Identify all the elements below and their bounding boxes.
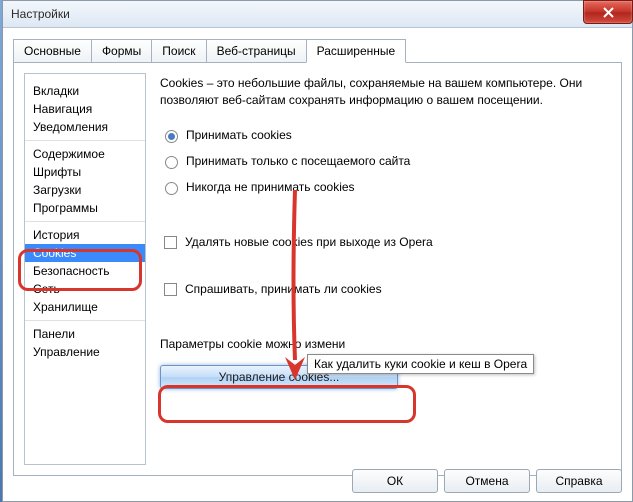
sidebar-item-management[interactable]: Управление (25, 343, 145, 361)
tab-forms[interactable]: Формы (91, 39, 152, 63)
main-panel: Cookies – это небольшие файлы, сохраняем… (156, 63, 621, 475)
radio-accept-visited-label: Принимать только с посещаемого сайта (186, 154, 410, 168)
radio-accept-all[interactable] (165, 130, 178, 143)
tooltip: Как удалить куки cookie и кеш в Opera (307, 354, 534, 374)
check-ask-label: Спрашивать, принимать ли cookies (185, 282, 382, 296)
sidebar-item-history[interactable]: История (25, 226, 145, 244)
ok-button[interactable]: ОК (352, 469, 438, 493)
cookies-description: Cookies – это небольшие файлы, сохраняем… (160, 75, 605, 109)
sidebar-item-fonts[interactable]: Шрифты (25, 163, 145, 181)
tabstrip: Основные Формы Поиск Веб-страницы Расшир… (13, 38, 622, 62)
tab-content: Вкладки Навигация Уведомления Содержимое… (13, 62, 622, 476)
sidebar-item-security[interactable]: Безопасность (25, 262, 145, 280)
sidebar-item-notifications[interactable]: Уведомления (25, 118, 145, 136)
check-delete-on-exit[interactable] (164, 236, 177, 249)
sidebar-item-tabs[interactable]: Вкладки (25, 82, 145, 100)
sidebar-item-network[interactable]: Сеть (25, 280, 145, 298)
close-button[interactable] (583, 0, 633, 24)
window-title: Настройки (11, 7, 70, 21)
radio-accept-all-label: Принимать cookies (186, 128, 292, 142)
sidebar-item-storage[interactable]: Хранилище (25, 298, 145, 316)
help-button[interactable]: Справка (536, 469, 622, 493)
check-ask[interactable] (164, 283, 177, 296)
sidebar-item-navigation[interactable]: Навигация (25, 100, 145, 118)
sidebar-item-programs[interactable]: Программы (25, 199, 145, 217)
tab-webpages[interactable]: Веб-страницы (206, 39, 307, 63)
sidebar-item-downloads[interactable]: Загрузки (25, 181, 145, 199)
titlebar: Настройки (3, 1, 632, 28)
radio-never-accept[interactable] (165, 182, 178, 195)
tab-advanced[interactable]: Расширенные (306, 39, 407, 63)
sidebar-item-panels[interactable]: Панели (25, 325, 145, 343)
radio-accept-visited[interactable] (165, 156, 178, 169)
cancel-button[interactable]: Отмена (444, 469, 530, 493)
sidebar-item-cookies[interactable]: Cookies (25, 244, 145, 262)
sidebar-item-content[interactable]: Содержимое (25, 145, 145, 163)
param-text: Параметры cookie можно измени (160, 337, 605, 351)
tab-main[interactable]: Основные (13, 39, 92, 63)
check-delete-on-exit-label: Удалять новые cookies при выходе из Oper… (185, 235, 433, 249)
radio-never-accept-label: Никогда не принимать cookies (186, 180, 355, 194)
sidebar: Вкладки Навигация Уведомления Содержимое… (24, 73, 146, 465)
tab-search[interactable]: Поиск (151, 39, 206, 63)
